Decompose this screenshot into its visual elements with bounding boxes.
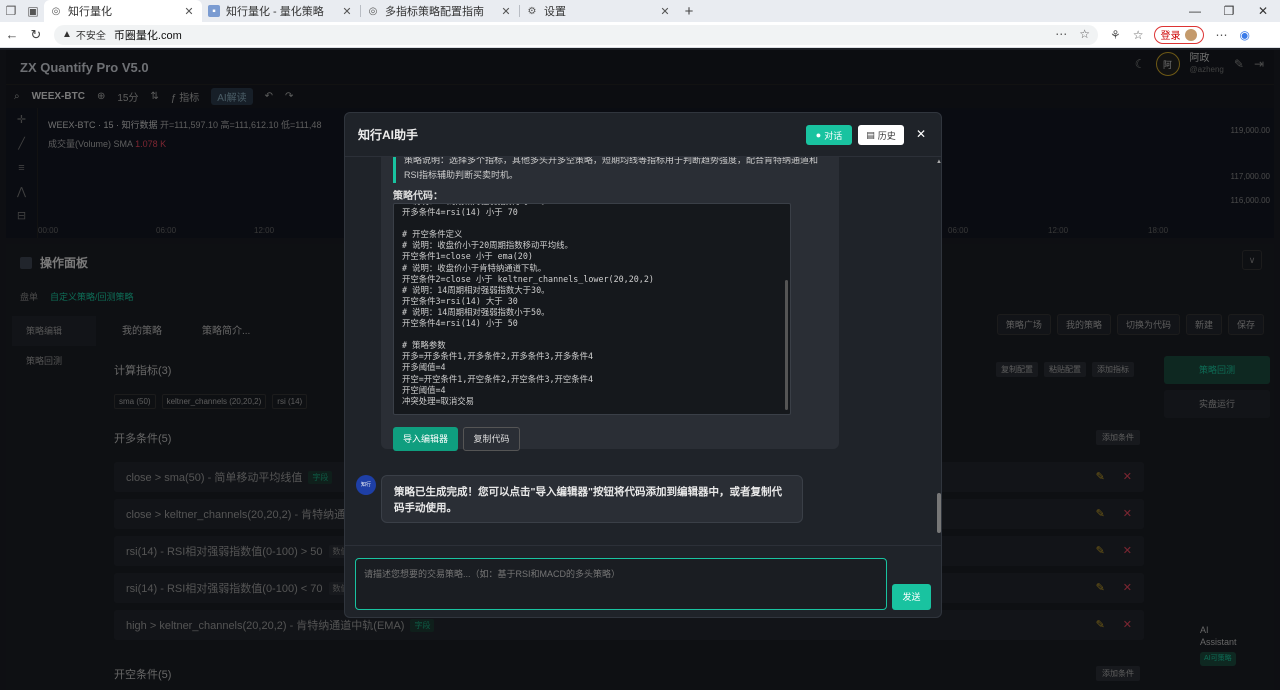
close-tab-icon[interactable]: ✕: [182, 5, 196, 18]
send-button[interactable]: 发送: [892, 584, 931, 610]
globe-icon: ◎: [368, 5, 378, 17]
copilot-icon[interactable]: ◉: [1240, 28, 1250, 42]
assistant-message: 策略说明：选择多个指标，其他多头开多空策略，短期均线等指标用于判断趋势强度，配合…: [381, 157, 839, 451]
gear-icon: ⚙: [527, 5, 537, 17]
favorites-icon[interactable]: ☆: [1133, 28, 1144, 42]
close-tab-icon[interactable]: ✕: [499, 5, 513, 18]
chat-icon: ●: [815, 130, 822, 140]
not-secure-label[interactable]: 不安全: [76, 27, 106, 42]
browser-tab-bar: ❐ ▣ ◎ 知行量化 ✕ ▪ 知行量化 - 量化策略 ✕ ◎ 多指标策略配置指南…: [0, 0, 1280, 22]
address-bar-row: ← ↻ ▲ 不安全 币圈量化.com ⋯ ☆ ⚘ ☆ 登录 ⋯ ◉: [0, 22, 1280, 48]
close-tab-icon[interactable]: ✕: [340, 5, 354, 18]
workspaces-icon[interactable]: ❐: [0, 0, 22, 22]
modal-title: 知行AI助手: [358, 128, 419, 142]
copy-code-button[interactable]: 复制代码: [463, 427, 520, 451]
code-scrollbar[interactable]: [785, 280, 788, 410]
scroll-up-icon[interactable]: ▲: [936, 159, 941, 165]
minimize-icon[interactable]: —: [1178, 0, 1212, 22]
chat-scrollbar[interactable]: [937, 493, 941, 533]
address-bar[interactable]: ▲ 不安全 币圈量化.com ⋯ ☆: [54, 24, 1098, 45]
code-block[interactable]: # 说明：14周期相对强弱指数小于70。 开多条件4=rsi(14) 小于 70…: [393, 203, 791, 415]
read-aloud-icon[interactable]: ⋯: [1055, 27, 1067, 41]
assistant-message: 策略已生成完成！您可以点击"导入编辑器"按钮将代码添加到编辑器中，或者复制代码手…: [381, 475, 803, 523]
page-icon: ▪: [208, 5, 220, 17]
profile-avatar: [1184, 28, 1197, 41]
globe-icon: ◎: [51, 5, 61, 17]
chat-button[interactable]: ● 对话: [806, 125, 852, 145]
extensions-icon[interactable]: ⚘: [1110, 28, 1121, 42]
close-icon[interactable]: ✕: [916, 127, 926, 141]
strategy-description: 策略说明：选择多个指标，其他多头开多空策略，短期均线等指标用于判断趋势强度，配合…: [393, 157, 823, 183]
chat-messages[interactable]: 策略说明：选择多个指标，其他多头开多空策略，短期均线等指标用于判断趋势强度，配合…: [345, 157, 941, 545]
close-tab-icon[interactable]: ✕: [658, 5, 672, 18]
warning-icon[interactable]: ▲: [62, 29, 72, 40]
browser-tab-1[interactable]: ◎ 知行量化 ✕: [44, 0, 202, 22]
more-icon[interactable]: ⋯: [1216, 28, 1228, 42]
login-button[interactable]: 登录: [1153, 25, 1204, 44]
tab-actions-icon[interactable]: ▣: [22, 0, 44, 22]
bot-avatar: 知行: [356, 475, 376, 495]
browser-tab-4[interactable]: ⚙ 设置 ✕: [520, 0, 678, 22]
reload-icon[interactable]: ↻: [24, 27, 48, 43]
back-icon[interactable]: ←: [0, 27, 24, 42]
ai-assistant-modal: 知行AI助手 ● 对话 ▤ 历史 ✕ 策略说明：选择多个指标，其他多头开多空策略，短…: [344, 112, 942, 618]
browser-tab-3[interactable]: ◎ 多指标策略配置指南 ✕: [361, 0, 519, 22]
browser-tab-2[interactable]: ▪ 知行量化 - 量化策略 ✕: [202, 0, 360, 22]
import-editor-button[interactable]: 导入编辑器: [393, 427, 458, 451]
window-controls: — ❐ ✕: [1178, 0, 1280, 22]
url-text[interactable]: 币圈量化.com: [114, 27, 182, 43]
restore-icon[interactable]: ❐: [1212, 0, 1246, 22]
close-window-icon[interactable]: ✕: [1246, 0, 1280, 22]
history-button[interactable]: ▤ 历史: [858, 125, 904, 145]
history-icon: ▤: [866, 129, 875, 140]
code-label: 策略代码：: [393, 191, 443, 202]
chat-input[interactable]: [355, 558, 887, 610]
new-tab-button[interactable]: +: [678, 3, 700, 20]
favorite-star-icon[interactable]: ☆: [1079, 27, 1090, 41]
